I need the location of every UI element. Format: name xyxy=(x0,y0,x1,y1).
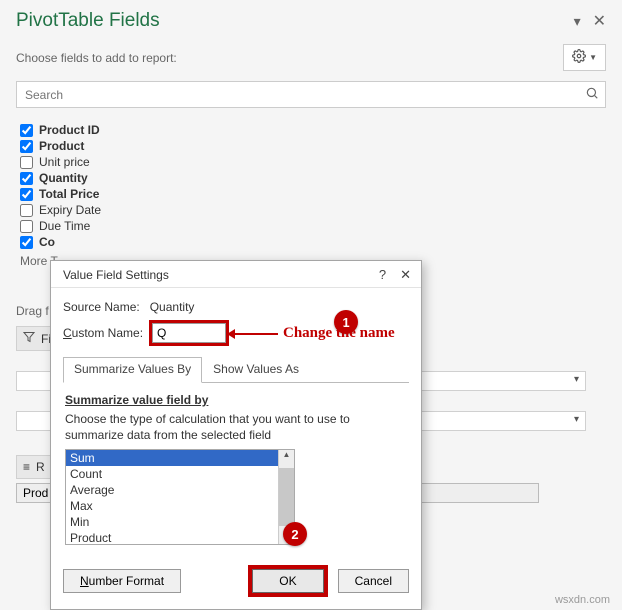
field-list: Product ID Product Unit price Quantity T… xyxy=(20,122,606,250)
source-name-label: Source Name: xyxy=(63,300,140,314)
cancel-button[interactable]: Cancel xyxy=(338,569,409,593)
filter-icon xyxy=(23,331,35,346)
field-item[interactable]: Product xyxy=(20,138,606,154)
pane-menu-caret-icon[interactable]: ▾ xyxy=(574,13,581,30)
field-checkbox[interactable] xyxy=(20,236,33,249)
field-checkbox[interactable] xyxy=(20,204,33,217)
dialog-footer: Number Format OK Cancel xyxy=(51,555,421,609)
watermark-text: wsxdn.com xyxy=(555,594,610,606)
custom-name-input[interactable] xyxy=(152,323,226,343)
field-item[interactable]: Co xyxy=(20,234,606,250)
field-label: Product xyxy=(39,139,84,153)
field-item[interactable]: Unit price xyxy=(20,154,606,170)
field-item[interactable]: Total Price xyxy=(20,186,606,202)
field-item[interactable]: Quantity xyxy=(20,170,606,186)
field-checkbox[interactable] xyxy=(20,220,33,233)
scroll-up-icon[interactable]: ▲ xyxy=(283,450,291,459)
layout-options-button[interactable]: ▼ xyxy=(563,44,606,71)
rows-label: R xyxy=(36,460,45,474)
field-checkbox[interactable] xyxy=(20,140,33,153)
field-label: Quantity xyxy=(39,171,88,185)
field-item[interactable]: Product ID xyxy=(20,122,606,138)
source-name-value: Quantity xyxy=(150,300,195,314)
ok-button[interactable]: OK xyxy=(252,569,323,593)
field-label: Product ID xyxy=(39,123,100,137)
annotation-arrow xyxy=(230,333,278,335)
field-checkbox[interactable] xyxy=(20,124,33,137)
scroll-thumb[interactable] xyxy=(279,468,294,526)
pane-close-icon[interactable]: ✕ xyxy=(593,11,606,31)
summary-function-option[interactable]: Max xyxy=(66,498,278,514)
dialog-close-icon[interactable]: ✕ xyxy=(400,267,411,283)
search-icon xyxy=(585,86,599,103)
field-checkbox[interactable] xyxy=(20,172,33,185)
summarize-field-description: Choose the type of calculation that you … xyxy=(65,411,407,443)
field-item[interactable]: Expiry Date xyxy=(20,202,606,218)
choose-fields-label: Choose fields to add to report: xyxy=(16,51,177,65)
pane-tools: ▾ ✕ xyxy=(574,11,606,31)
custom-name-label: Custom Name: xyxy=(63,326,143,340)
field-checkbox[interactable] xyxy=(20,188,33,201)
summarize-field-title: Summarize value field by xyxy=(65,393,407,407)
dialog-title: Value Field Settings xyxy=(63,268,169,282)
field-label: Due Time xyxy=(39,219,90,233)
summary-function-option[interactable]: Min xyxy=(66,514,278,530)
search-input[interactable] xyxy=(23,87,585,103)
dialog-titlebar: Value Field Settings ? ✕ xyxy=(51,261,421,288)
search-field-wrap[interactable] xyxy=(16,81,606,108)
field-item[interactable]: Due Time xyxy=(20,218,606,234)
tab-summarize-values[interactable]: Summarize Values By xyxy=(63,357,202,383)
field-label: Co xyxy=(39,235,55,249)
chevron-down-icon: ▼ xyxy=(589,53,597,62)
field-label: Total Price xyxy=(39,187,99,201)
summary-function-option[interactable]: Average xyxy=(66,482,278,498)
subhead-row: Choose fields to add to report: ▼ xyxy=(16,44,606,71)
number-format-button[interactable]: Number Format xyxy=(63,569,181,593)
summary-function-list[interactable]: Sum Count Average Max Min Product ▲ ▼ xyxy=(65,449,295,545)
annotation-highlight-box-ok: OK xyxy=(248,565,327,597)
field-label: Unit price xyxy=(39,155,90,169)
tab-show-values-as[interactable]: Show Values As xyxy=(202,357,310,383)
value-field-settings-dialog: Value Field Settings ? ✕ Source Name: Qu… xyxy=(50,260,422,610)
annotation-text: Change the name xyxy=(283,325,395,342)
annotation-badge-2: 2 xyxy=(283,522,307,546)
summary-function-list-items: Sum Count Average Max Min Product xyxy=(66,450,278,544)
dialog-help-icon[interactable]: ? xyxy=(379,267,386,283)
annotation-highlight-box xyxy=(149,320,229,346)
dialog-tabs: Summarize Values By Show Values As xyxy=(63,356,409,383)
field-checkbox[interactable] xyxy=(20,156,33,169)
summary-function-option[interactable]: Sum xyxy=(66,450,278,466)
rows-icon: ≡ xyxy=(23,460,30,474)
pane-header: PivotTable Fields ▾ ✕ xyxy=(16,10,606,32)
gear-icon xyxy=(572,49,586,66)
field-label: Expiry Date xyxy=(39,203,101,217)
source-name-row: Source Name: Quantity xyxy=(63,300,409,314)
pane-title: PivotTable Fields xyxy=(16,10,160,32)
summary-function-option[interactable]: Product xyxy=(66,530,278,544)
summary-function-option[interactable]: Count xyxy=(66,466,278,482)
